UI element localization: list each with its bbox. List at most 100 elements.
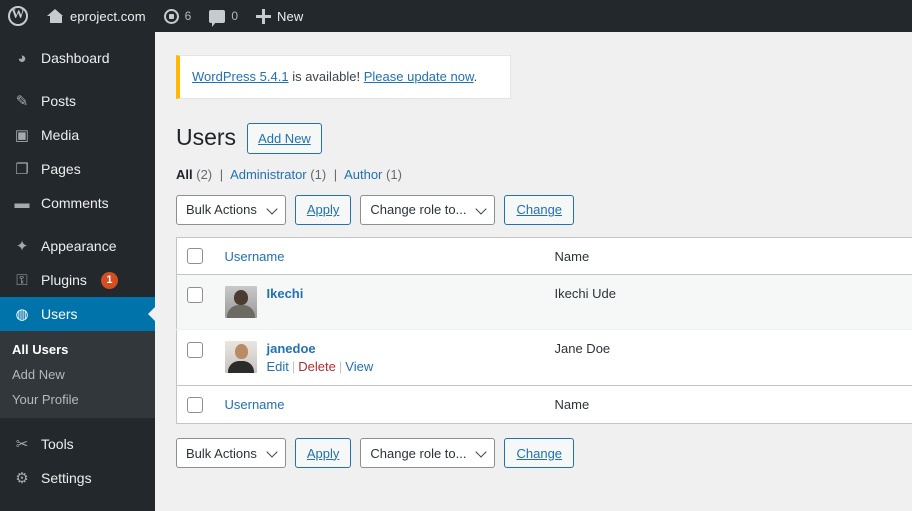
filter-administrator-link[interactable]: Administrator <box>230 167 307 182</box>
pin-icon: ✎ <box>15 92 29 110</box>
submenu-item-add-new[interactable]: Add New <box>0 362 155 387</box>
add-new-user-button[interactable]: Add New <box>247 122 322 154</box>
admin-sidebar: ◕ Dashboard ✎ Posts ▣ Media ❐ Pages ▬ Co… <box>0 32 155 511</box>
page-title: Users <box>176 124 237 151</box>
username-column-footer: Username <box>214 385 545 424</box>
bulk-actions-select-bottom[interactable]: Bulk Actions <box>176 438 286 469</box>
notice-middle-text: is available! <box>288 69 364 84</box>
sidebar-item-label: Dashboard <box>41 50 110 66</box>
change-role-value: Change role to... <box>370 445 467 461</box>
row-checkbox-janedoe[interactable] <box>187 342 203 359</box>
filter-all-link[interactable]: All <box>176 167 193 182</box>
sidebar-item-comments[interactable]: ▬ Comments <box>0 186 155 220</box>
comment-icon: ▬ <box>14 194 30 212</box>
apply-button-top[interactable]: Apply <box>294 194 352 225</box>
plugins-update-badge: 1 <box>100 271 118 289</box>
site-name-button[interactable]: eproject.com <box>38 0 155 32</box>
row-checkbox-ikechi[interactable] <box>187 287 203 304</box>
change-role-select-bottom[interactable]: Change role to... <box>360 438 496 469</box>
please-update-now-link[interactable]: Please update now <box>364 69 474 84</box>
sidebar-item-label: Plugins <box>41 272 87 288</box>
update-notice: WordPress 5.4.1 is available! Please upd… <box>176 55 511 99</box>
edit-user-link[interactable]: Edit <box>267 359 289 374</box>
name-column-footer: Name <box>544 385 912 424</box>
user-icon: ◍ <box>15 305 29 323</box>
updates-count: 6 <box>184 9 192 23</box>
sidebar-item-settings[interactable]: ⚙ Settings <box>0 461 155 495</box>
change-role-button-top[interactable]: Change <box>504 194 575 225</box>
submenu-item-all-users[interactable]: All Users <box>0 337 155 362</box>
wordpress-logo-button[interactable] <box>0 0 38 32</box>
change-role-select-top[interactable]: Change role to... <box>360 194 496 225</box>
sidebar-item-label: Media <box>41 127 80 143</box>
table-header-row: Username Name <box>176 237 912 276</box>
sidebar-item-posts[interactable]: ✎ Posts <box>0 84 155 118</box>
site-name-label: eproject.com <box>70 8 146 24</box>
select-all-checkbox-bottom[interactable] <box>187 397 203 414</box>
bulk-actions-value: Bulk Actions <box>186 202 257 218</box>
wordpress-logo-icon <box>8 6 28 26</box>
menu-spacer-top <box>0 32 155 41</box>
page-header: Users Add New <box>176 122 912 154</box>
filter-author-link[interactable]: Author <box>344 167 382 182</box>
updates-button[interactable]: 6 <box>155 0 201 32</box>
table-head: Username Name <box>176 237 912 276</box>
sidebar-item-label: Tools <box>41 436 74 452</box>
sidebar-item-pages[interactable]: ❐ Pages <box>0 152 155 186</box>
chevron-down-icon <box>475 446 488 458</box>
role-filter-links: All (2) | Administrator (1) | Author (1) <box>176 167 912 182</box>
users-table: Username Name Ikechi Ikechi Ude janedoe … <box>176 236 912 425</box>
sidebar-item-tools[interactable]: ✂ Tools <box>0 427 155 461</box>
plug-icon: ⚿ <box>16 271 28 289</box>
sort-username-link-bottom[interactable]: Username <box>225 397 285 412</box>
comments-count: 0 <box>231 9 238 23</box>
select-all-footer <box>176 385 215 424</box>
sort-username-link-top[interactable]: Username <box>225 249 285 264</box>
sidebar-item-plugins[interactable]: ⚿ Plugins 1 <box>0 263 155 297</box>
page-icon: ❐ <box>15 160 29 178</box>
row-name-cell: Ikechi Ude <box>544 274 912 330</box>
row-name-cell: Jane Doe <box>544 329 912 386</box>
new-content-button[interactable]: New <box>247 0 312 32</box>
table-row: janedoe Edit | Delete | View Jane Doe <box>176 329 912 386</box>
table-row: Ikechi Ikechi Ude <box>176 274 912 330</box>
filter-administrator-count: (1) <box>310 166 327 182</box>
avatar <box>224 286 257 319</box>
sidebar-item-appearance[interactable]: ✦ Appearance <box>0 229 155 263</box>
main-content: WordPress 5.4.1 is available! Please upd… <box>155 32 912 511</box>
avatar <box>224 341 257 374</box>
home-icon <box>47 8 64 24</box>
change-role-button-bottom[interactable]: Change <box>504 438 575 469</box>
table-navigation-top: Bulk Actions Apply Change role to... Cha… <box>176 194 912 225</box>
filter-separator: | <box>333 166 338 182</box>
dashboard-icon: ◕ <box>17 49 27 67</box>
change-role-value: Change role to... <box>370 202 467 218</box>
bulk-actions-select-top[interactable]: Bulk Actions <box>176 194 286 225</box>
users-submenu: All Users Add New Your Profile <box>0 331 155 418</box>
row-user-cell: janedoe Edit | Delete | View <box>214 329 545 386</box>
row-select-cell <box>176 274 215 330</box>
menu-separator-3 <box>0 418 155 427</box>
media-icon: ▣ <box>14 126 30 144</box>
view-user-link[interactable]: View <box>345 359 373 374</box>
comments-button[interactable]: 0 <box>200 0 247 32</box>
row-action-separator: | <box>338 359 343 375</box>
filter-author-count: (1) <box>386 166 402 182</box>
row-action-separator: | <box>291 359 296 375</box>
select-all-checkbox-top[interactable] <box>187 248 203 265</box>
wordpress-version-link[interactable]: WordPress 5.4.1 <box>192 69 289 84</box>
table-foot: Username Name <box>176 385 912 424</box>
delete-user-link[interactable]: Delete <box>298 359 336 374</box>
name-column-header: Name <box>544 237 912 276</box>
user-link-ikechi[interactable]: Ikechi <box>267 286 304 301</box>
submenu-item-your-profile[interactable]: Your Profile <box>0 387 155 412</box>
apply-button-bottom[interactable]: Apply <box>294 438 352 469</box>
updates-icon <box>163 8 179 24</box>
sidebar-item-media[interactable]: ▣ Media <box>0 118 155 152</box>
sidebar-item-users[interactable]: ◍ Users <box>0 297 155 331</box>
user-link-janedoe[interactable]: janedoe <box>267 341 374 356</box>
plus-icon <box>256 8 271 24</box>
new-content-label: New <box>277 8 304 24</box>
menu-separator-1 <box>0 75 155 84</box>
sidebar-item-dashboard[interactable]: ◕ Dashboard <box>0 41 155 75</box>
